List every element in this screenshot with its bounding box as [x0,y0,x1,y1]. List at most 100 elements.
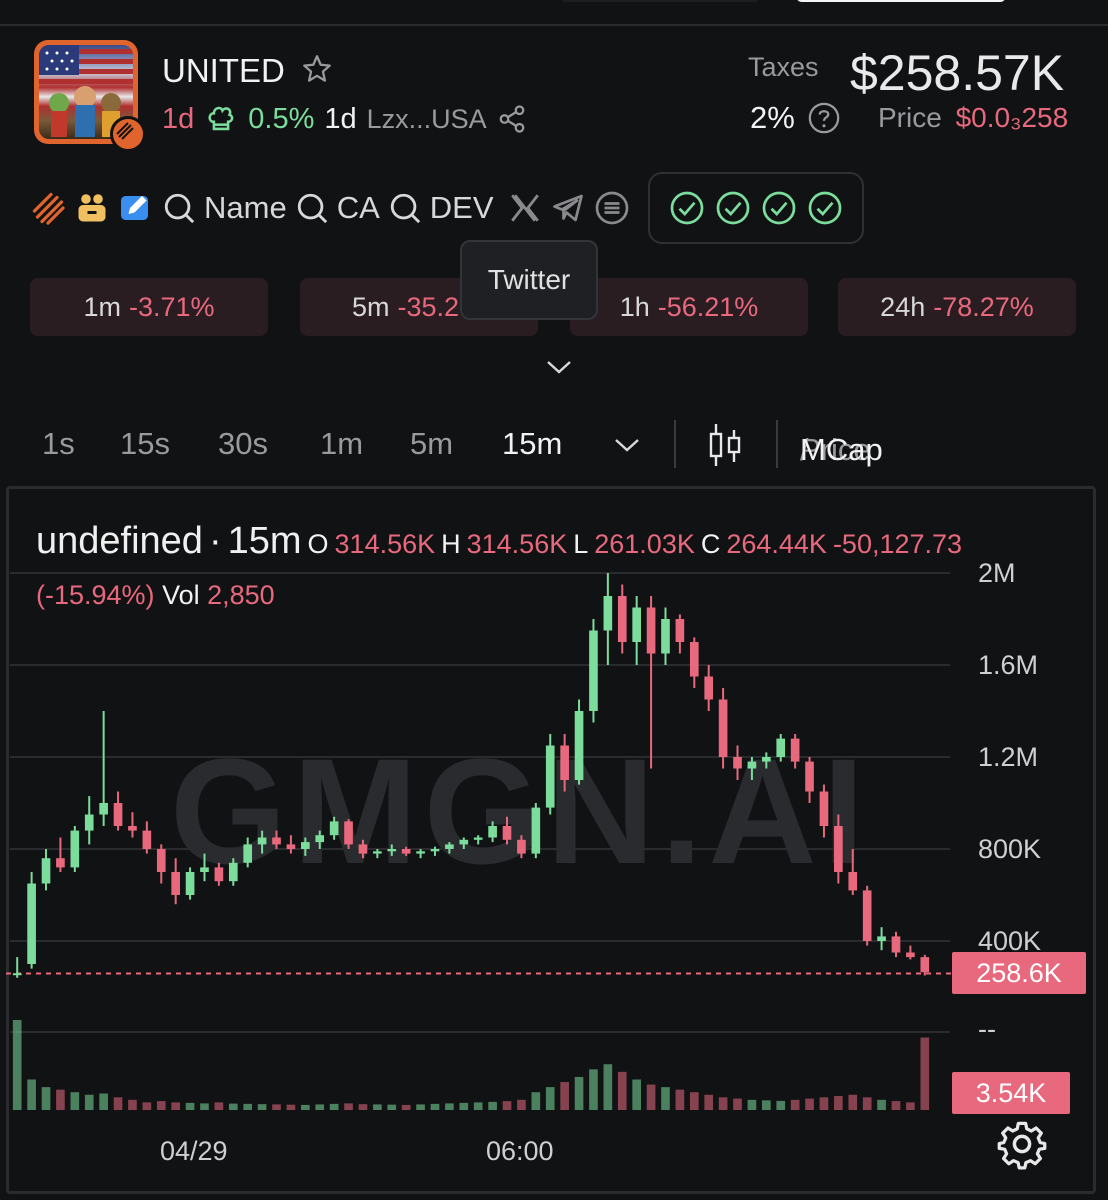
candle-body [301,842,310,849]
candle-body [646,607,656,654]
candle-body [488,826,497,838]
volume-bar [358,1104,368,1110]
candle-body [733,757,742,769]
legend-o-value: 314.56K [334,529,436,559]
volume-bar [704,1094,714,1110]
volume-bar [747,1099,757,1110]
legend-vol-label: Vol [162,580,200,610]
volume-bar [344,1103,353,1110]
volume-bar [661,1087,670,1110]
volume-bar [185,1102,195,1110]
volume-bar [228,1103,238,1110]
candle-body [632,607,641,642]
candle-body [805,761,814,792]
ohlc-legend-line2: (-15.94%) Vol 2,850 [36,580,275,611]
legend-c-value: 264.44K [726,529,827,559]
candle-body [315,835,325,843]
volume-bar [545,1087,555,1110]
candle-body [56,858,65,868]
volume-bar [718,1097,728,1110]
candle-body [747,761,757,769]
volume-bar [589,1069,598,1110]
volume-bar [128,1099,137,1110]
legend-h-value: 314.56K [466,529,568,559]
candle-body [99,803,108,815]
candle-body [200,867,209,872]
candle-body [358,844,368,854]
candle-body [877,936,886,941]
candle-body [459,839,469,845]
volume-bar [762,1100,771,1110]
twitter-tooltip: Twitter [460,240,598,320]
volume-bar [632,1079,641,1110]
volume-bar [646,1084,656,1110]
legend-change-pct: (-15.94%) [36,580,155,610]
candle-body [834,826,843,872]
candle-body [128,826,137,831]
candle-body [675,619,685,642]
volume-bar [488,1101,497,1110]
volume-bar [315,1104,325,1110]
volume-bar [41,1087,51,1110]
candle-body [661,619,670,654]
volume-bar [430,1103,440,1110]
candle-body [387,849,397,852]
candle-body [776,738,786,757]
candle-body [545,745,555,808]
candle-body [27,883,36,964]
volume-bar [560,1082,569,1110]
volume-bar [214,1102,224,1110]
candle-body [84,814,94,831]
candle-body [617,596,627,642]
candle-body [473,837,483,840]
legend-l-value: 261.03K [594,529,695,559]
volume-bar [445,1103,454,1110]
candle-body [517,839,526,854]
candle-body [589,630,598,711]
candle-body [113,803,123,826]
candle-body [689,642,699,677]
legend-interval: 15m [227,520,302,562]
volume-bar [805,1098,814,1110]
y-tick: 1.6M [978,650,1039,680]
candle-body [603,596,613,631]
volume-bar [531,1092,541,1110]
volume-bar [906,1102,915,1110]
volume-bar [84,1094,94,1110]
volume-bar [574,1076,584,1110]
chart-settings-gear-icon[interactable] [996,1118,1048,1170]
candle-body [12,973,22,976]
volume-bar [920,1037,930,1110]
volume-bar [459,1102,469,1110]
candle-body [560,745,569,780]
volume-bar [329,1103,339,1110]
volume-bar [257,1104,267,1110]
volume-bar [689,1092,699,1110]
volume-bar [891,1101,901,1110]
volume-bar [142,1102,152,1110]
candle-body [257,837,267,845]
volume-bar [27,1079,36,1110]
legend-l-label: L [573,529,589,559]
volume-bar [675,1089,685,1110]
volume-bar [819,1097,829,1110]
legend-dot: · [208,520,222,562]
candle-body [401,849,411,854]
legend-symbol: undefined [36,520,203,562]
volume-bar [416,1104,425,1110]
x-tick: 06:00 [486,1136,554,1166]
volume-bar [502,1101,512,1110]
volume-bar [200,1103,209,1110]
volume-bar [834,1096,843,1110]
volume-bar [12,1020,22,1110]
candle-body [272,837,281,845]
candle-body [41,858,51,884]
legend-h-label: H [441,529,461,559]
volume-bar [286,1104,296,1110]
candle-body [445,844,454,849]
y-tick: 800K [978,834,1042,864]
volume-bar [401,1104,411,1110]
last-volume-tag: 3.54K [952,1072,1070,1114]
volume-axis-tick: -- [978,1014,996,1044]
candle-body [790,738,800,762]
